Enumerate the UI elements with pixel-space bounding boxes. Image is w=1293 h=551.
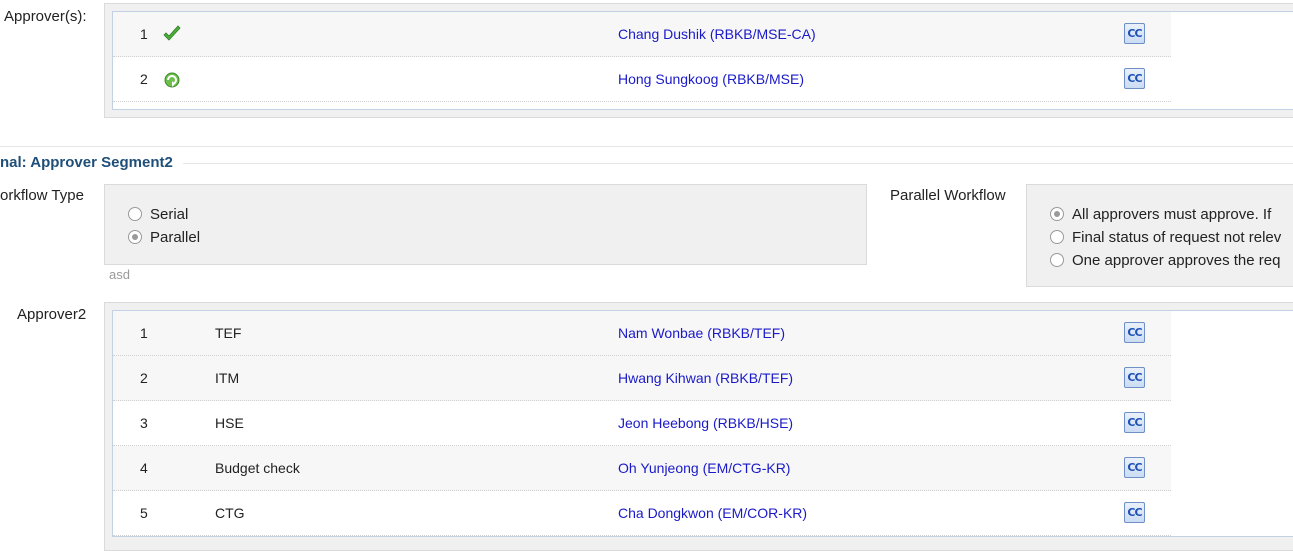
radio-parallel[interactable]: Parallel xyxy=(128,229,200,246)
radio-serial[interactable]: Serial xyxy=(128,206,188,223)
approvers-table: 1 Chang Dushik (RBKB/MSE-CA) CC 2 Hong S… xyxy=(112,11,1293,110)
parallel-workflow-label: Parallel Workflow xyxy=(890,187,1006,204)
row-description: Budget check xyxy=(215,460,300,476)
table-row: 1 Chang Dushik (RBKB/MSE-CA) CC xyxy=(113,12,1171,57)
approver-name-link[interactable]: Hong Sungkoog (RBKB/MSE) xyxy=(618,71,804,87)
approver-name-link[interactable]: Jeon Heebong (RBKB/HSE) xyxy=(618,415,793,431)
radio-label: One approver approves the req xyxy=(1072,252,1281,269)
table-row: 5 CTG Cha Dongkwon (EM/COR-KR) CC xyxy=(113,491,1171,536)
radio-final-status[interactable]: Final status of request not relev xyxy=(1050,229,1281,246)
cc-icon[interactable]: CC xyxy=(1124,367,1145,388)
title-rule xyxy=(183,163,1293,164)
workflow-type-label: orkflow Type xyxy=(0,187,84,204)
cc-icon[interactable]: CC xyxy=(1124,502,1145,523)
refresh-icon xyxy=(161,68,183,90)
row-number: 3 xyxy=(140,415,148,431)
radio-one-approver[interactable]: One approver approves the req xyxy=(1050,252,1280,269)
approvers-panel: 1 Chang Dushik (RBKB/MSE-CA) CC 2 Hong S… xyxy=(104,3,1293,118)
radio-label: Final status of request not relev xyxy=(1072,229,1282,246)
radio-button[interactable] xyxy=(128,230,142,244)
table-row: 3 HSE Jeon Heebong (RBKB/HSE) CC xyxy=(113,401,1171,446)
row-number: 2 xyxy=(140,370,148,386)
section-divider xyxy=(0,146,1293,147)
approver-name-link[interactable]: Hwang Kihwan (RBKB/TEF) xyxy=(618,370,793,386)
approver-name-link[interactable]: Nam Wonbae (RBKB/TEF) xyxy=(618,325,785,341)
approver2-table: 1 TEF Nam Wonbae (RBKB/TEF) CC 2 ITM Hwa… xyxy=(112,310,1293,537)
section-title: nal: Approver Segment2 xyxy=(0,154,173,171)
radio-label: Parallel xyxy=(150,229,201,246)
radio-label: Serial xyxy=(150,206,189,223)
approver-name-link[interactable]: Cha Dongkwon (EM/COR-KR) xyxy=(618,505,807,521)
approvers-label: Approver(s): xyxy=(4,8,87,25)
approver-name-link[interactable]: Oh Yunjeong (EM/CTG-KR) xyxy=(618,460,790,476)
cc-icon[interactable]: CC xyxy=(1124,322,1145,343)
radio-button[interactable] xyxy=(1050,207,1064,221)
cc-icon[interactable]: CC xyxy=(1124,68,1145,89)
table-row: 2 ITM Hwang Kihwan (RBKB/TEF) CC xyxy=(113,356,1171,401)
workflow-hint: asd xyxy=(109,267,130,282)
table-row: 1 TEF Nam Wonbae (RBKB/TEF) CC xyxy=(113,311,1171,356)
row-number: 4 xyxy=(140,460,148,476)
radio-button[interactable] xyxy=(1050,253,1064,267)
row-number: 1 xyxy=(140,325,148,341)
check-icon xyxy=(161,23,183,45)
row-number: 5 xyxy=(140,505,148,521)
row-description: ITM xyxy=(215,370,240,386)
row-description: HSE xyxy=(215,415,244,431)
row-number: 2 xyxy=(140,71,148,87)
cc-icon[interactable]: CC xyxy=(1124,412,1145,433)
row-description: CTG xyxy=(215,505,245,521)
parallel-workflow-panel: All approvers must approve. If Final sta… xyxy=(1026,184,1293,287)
table-row: 2 Hong Sungkoog (RBKB/MSE) CC xyxy=(113,57,1171,102)
radio-all-approve[interactable]: All approvers must approve. If xyxy=(1050,206,1271,223)
radio-button[interactable] xyxy=(1050,230,1064,244)
radio-label: All approvers must approve. If xyxy=(1072,206,1272,223)
cc-icon[interactable]: CC xyxy=(1124,457,1145,478)
workflow-type-panel: Serial Parallel xyxy=(104,184,867,265)
row-number: 1 xyxy=(140,26,148,42)
radio-button[interactable] xyxy=(128,207,142,221)
approver2-label: Approver2 xyxy=(17,306,87,323)
row-description: TEF xyxy=(215,325,242,341)
cc-icon[interactable]: CC xyxy=(1124,23,1145,44)
approver-name-link[interactable]: Chang Dushik (RBKB/MSE-CA) xyxy=(618,26,816,42)
approver2-panel: 1 TEF Nam Wonbae (RBKB/TEF) CC 2 ITM Hwa… xyxy=(104,302,1293,551)
table-row: 4 Budget check Oh Yunjeong (EM/CTG-KR) C… xyxy=(113,446,1171,491)
